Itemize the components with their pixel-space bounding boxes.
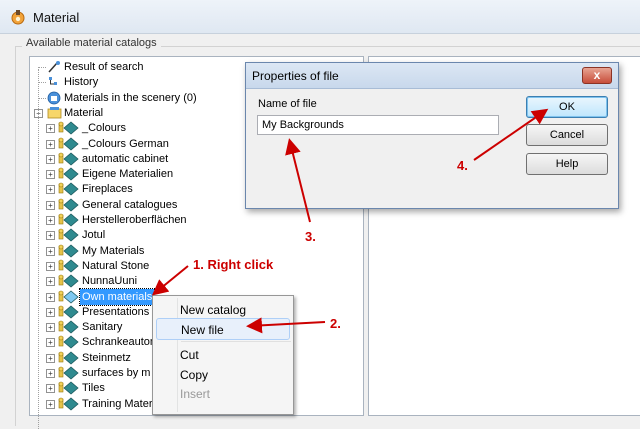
annotation-step1: 1. Right click [193,257,274,272]
arrow-step3 [285,138,311,223]
arrow-step4 [473,108,549,161]
annotation-step3: 3. [305,229,316,244]
annotation-arrows [151,108,549,334]
arrow-step1 [151,265,189,296]
annotation-step4: 4. [457,158,468,173]
annotation-step2: 2. [330,316,341,331]
arrow-step2 [246,317,326,334]
